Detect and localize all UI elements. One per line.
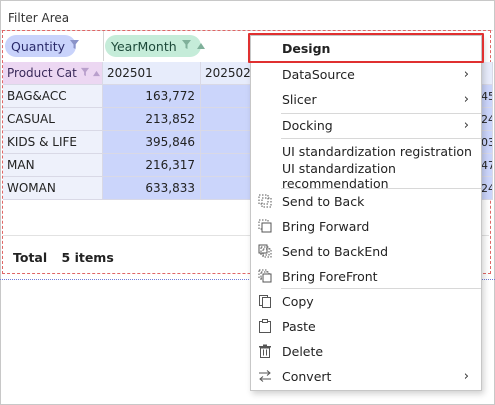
data-field-chip[interactable]: Quantity [5,35,80,57]
context-menu: Design DataSource › Slicer › Docking › U… [250,35,482,391]
menu-item-convert[interactable]: Convert › [251,364,481,388]
row-header[interactable]: WOMAN [3,177,103,200]
total-label: Total [13,250,48,265]
menu-item-label: Copy [282,293,314,309]
send-to-back-icon [258,194,272,208]
send-to-backend-icon [258,244,272,258]
menu-item-label: Slicer [282,91,317,107]
menu-item-ui-standardization-recommendation[interactable]: UI standardization recommendation [251,161,481,191]
row-field-label: Product Cat [7,66,77,80]
value-cell[interactable] [201,108,251,131]
value-cell-clipped: 24 [481,108,493,131]
menu-item-label: Bring Forward [282,218,370,234]
menu-item-docking[interactable]: Docking › [251,113,481,137]
copy-icon [258,294,272,308]
bring-forward-icon [258,219,272,233]
trash-icon [258,344,272,358]
filter-icon[interactable] [181,39,192,53]
chip-divider [103,31,104,61]
menu-item-label: Send to BackEnd [282,243,389,259]
filter-icon[interactable] [80,66,90,80]
menu-item-label: Docking [282,117,333,133]
value-cell-clipped: 47 [481,154,493,177]
value-cell[interactable]: 213,852 [103,108,201,131]
sort-ascending-icon[interactable] [92,66,101,80]
value-cell-clipped: 24 [481,177,493,200]
menu-item-slicer[interactable]: Slicer › [251,87,481,111]
menu-item-ui-standardization-registration[interactable]: UI standardization registration [251,139,481,163]
menu-item-bring-forward[interactable]: Bring Forward [251,214,481,238]
grid-footer: Total 5 items [13,250,124,265]
submenu-arrow-icon: › [463,66,469,82]
submenu-arrow-icon: › [463,91,469,107]
row-header[interactable]: BAG&ACC [3,85,103,108]
menu-item-label: UI standardization recommendation [282,161,396,191]
menu-item-send-to-backend[interactable]: Send to BackEnd [251,239,481,263]
column-field-label: YearMonth [111,38,177,54]
menu-item-label: Paste [282,318,316,334]
filter-icon[interactable] [69,39,80,53]
menu-item-label: DataSource [282,66,355,82]
highlighted-menu-item-outline [248,33,484,63]
submenu-arrow-icon: › [463,368,469,384]
menu-item-label: Send to Back [282,193,365,209]
menu-item-datasource[interactable]: DataSource › [251,62,481,86]
bring-forefront-icon [258,269,272,283]
convert-icon [258,369,272,383]
column-field-chip[interactable]: YearMonth [105,35,205,57]
menu-item-send-to-back[interactable]: Send to Back [251,189,481,213]
menu-item-bring-forefront[interactable]: Bring ForeFront [251,264,481,288]
value-cell[interactable] [201,177,251,200]
row-field-header[interactable]: Product Cat [3,62,103,85]
row-header[interactable]: CASUAL [3,108,103,131]
value-cell[interactable] [201,131,251,154]
value-cell[interactable]: 216,317 [103,154,201,177]
value-cell-clipped: 45 [481,85,493,108]
paste-icon [258,319,272,333]
pivot-grid: Product Cat 202501 202502 BAG&ACC 163,77… [3,62,251,202]
menu-item-label: Delete [282,343,324,359]
menu-item-paste[interactable]: Paste [251,314,481,338]
value-cell[interactable] [201,85,251,108]
value-cell[interactable]: 395,846 [103,131,201,154]
menu-item-label: Bring ForeFront [282,268,378,284]
value-cell-clipped: 03 [481,131,493,154]
sort-ascending-icon[interactable] [196,40,206,53]
item-count: 5 items [61,250,114,265]
column-header-clipped [481,62,493,85]
value-cell[interactable]: 163,772 [103,85,201,108]
menu-item-copy[interactable]: Copy [251,289,481,313]
row-header[interactable]: MAN [3,154,103,177]
filter-area-label: Filter Area [8,11,70,25]
menu-item-label: Convert [282,368,332,384]
data-field-label: Quantity [11,38,66,54]
row-header[interactable]: KIDS & LIFE [3,131,103,154]
menu-item-delete[interactable]: Delete [251,339,481,363]
column-header[interactable]: 202501 [103,62,201,85]
submenu-arrow-icon: › [463,117,469,133]
value-cell[interactable] [201,154,251,177]
value-cell[interactable]: 633,833 [103,177,201,200]
menu-item-label: UI standardization registration [282,143,472,159]
column-header[interactable]: 202502 [201,62,251,85]
